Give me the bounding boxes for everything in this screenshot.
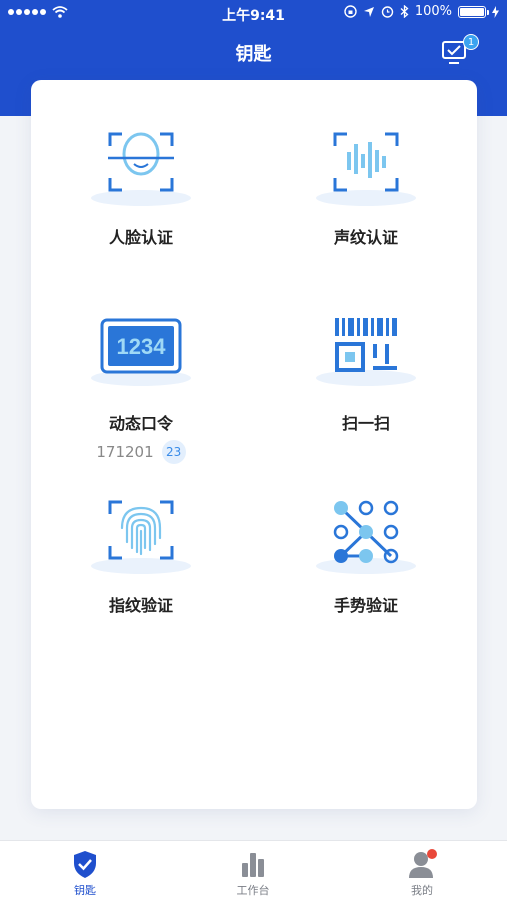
rotation-lock-icon <box>344 5 357 18</box>
dynamic-code-tile[interactable]: 1234 动态口令 171201 23 <box>41 316 241 464</box>
status-bar: 上午9:41 100% <box>0 0 507 28</box>
face-scan-icon <box>86 130 196 216</box>
dynamic-code-label: 动态口令 <box>108 414 173 433</box>
tab-workbench[interactable]: 工作台 <box>193 849 313 898</box>
gesture-auth-label: 手势验证 <box>333 596 398 615</box>
tab-workbench-label: 工作台 <box>236 884 270 897</box>
tab-keys[interactable]: 钥匙 <box>25 849 145 898</box>
tab-mine[interactable]: 我的 <box>362 849 482 898</box>
gesture-pattern-icon <box>311 498 421 584</box>
bar-chart-icon <box>238 849 268 879</box>
gesture-auth-tile[interactable]: 手势验证 <box>266 498 466 616</box>
otp-row: 171201 23 <box>41 440 241 464</box>
user-icon <box>407 849 437 879</box>
battery-icon <box>458 5 489 18</box>
face-auth-label: 人脸认证 <box>108 228 173 247</box>
tab-mine-label: 我的 <box>411 884 433 897</box>
page-title: 钥匙 <box>235 44 272 65</box>
notification-badge: 1 <box>463 34 479 50</box>
auth-methods-card: 人脸认证 声纹认证 1234 动态口令 171201 23 扫一扫 指纹验证 手… <box>31 80 477 809</box>
scan-qr-icon <box>311 316 421 402</box>
face-auth-tile[interactable]: 人脸认证 <box>41 130 241 248</box>
tab-keys-label: 钥匙 <box>74 884 96 897</box>
fingerprint-auth-label: 指纹验证 <box>108 596 173 615</box>
status-right-group: 100% <box>344 4 499 19</box>
battery-percent: 100% <box>414 4 452 19</box>
voiceprint-icon <box>311 130 421 216</box>
alarm-icon <box>381 6 394 18</box>
voice-auth-tile[interactable]: 声纹认证 <box>266 130 466 248</box>
dynamic-code-icon: 1234 <box>86 316 196 402</box>
voice-auth-label: 声纹认证 <box>333 228 398 247</box>
dynamic-code-icon-text: 1234 <box>117 334 167 359</box>
fingerprint-auth-tile[interactable]: 指纹验证 <box>41 498 241 616</box>
shield-check-icon <box>70 849 100 879</box>
charging-bolt-icon <box>492 5 499 18</box>
otp-code: 171201 <box>96 443 154 461</box>
location-arrow-icon <box>363 6 374 17</box>
scan-label: 扫一扫 <box>341 414 390 433</box>
scan-tile[interactable]: 扫一扫 <box>266 316 466 434</box>
message-checklist-button[interactable]: 1 <box>441 34 479 68</box>
otp-countdown: 23 <box>161 440 186 464</box>
unread-dot <box>427 849 437 859</box>
bluetooth-icon <box>400 5 409 18</box>
bottom-tab-bar: 钥匙 工作台 我的 <box>0 840 507 900</box>
fingerprint-icon <box>86 498 196 584</box>
